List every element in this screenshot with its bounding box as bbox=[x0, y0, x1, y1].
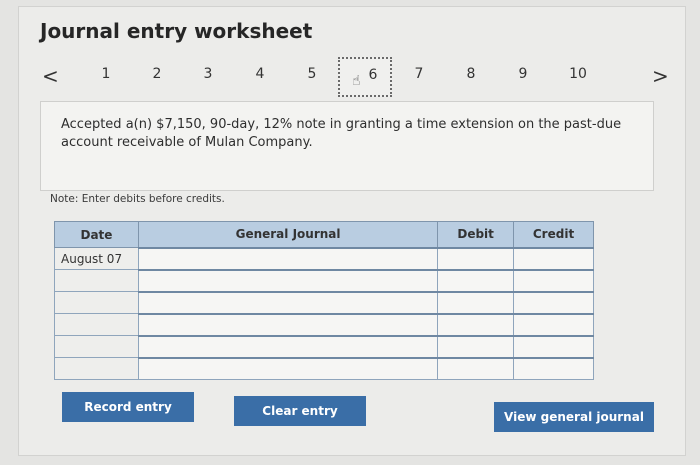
credit-input[interactable] bbox=[513, 356, 594, 380]
page-link-8[interactable]: 8 bbox=[461, 66, 481, 82]
debit-input[interactable] bbox=[437, 268, 515, 292]
chevron-right-icon[interactable]: > bbox=[652, 64, 669, 88]
account-input[interactable] bbox=[137, 290, 439, 314]
table-row bbox=[54, 356, 594, 380]
debit-input[interactable] bbox=[437, 290, 515, 314]
page-link-4[interactable]: 4 bbox=[250, 66, 270, 82]
page-link-5[interactable]: 5 bbox=[302, 66, 322, 82]
debit-input[interactable] bbox=[437, 246, 515, 270]
date-cell[interactable] bbox=[54, 313, 139, 336]
credit-input[interactable] bbox=[513, 312, 594, 336]
account-input[interactable] bbox=[137, 268, 439, 292]
account-input[interactable] bbox=[137, 312, 439, 336]
page-title: Journal entry worksheet bbox=[40, 19, 313, 43]
debit-input[interactable] bbox=[437, 356, 515, 380]
journal-table: Date General Journal Debit Credit August… bbox=[54, 221, 594, 380]
journal-header-row: Date General Journal Debit Credit bbox=[54, 221, 594, 248]
date-header: Date bbox=[54, 221, 139, 248]
credit-header: Credit bbox=[513, 221, 594, 248]
table-row bbox=[54, 290, 594, 314]
table-row: August 07 bbox=[54, 246, 594, 270]
clear-entry-button[interactable]: Clear entry bbox=[234, 396, 366, 426]
account-input[interactable] bbox=[137, 334, 439, 358]
credit-input[interactable] bbox=[513, 268, 594, 292]
page-link-9[interactable]: 9 bbox=[513, 66, 533, 82]
debit-input[interactable] bbox=[437, 312, 515, 336]
debit-header: Debit bbox=[437, 221, 515, 248]
hand-cursor-icon: ☝ bbox=[352, 73, 361, 89]
page-link-7[interactable]: 7 bbox=[409, 66, 429, 82]
credit-input[interactable] bbox=[513, 334, 594, 358]
table-row bbox=[54, 334, 594, 358]
view-general-journal-button[interactable]: View general journal bbox=[494, 402, 654, 432]
debit-input[interactable] bbox=[437, 334, 515, 358]
date-cell[interactable]: August 07 bbox=[54, 247, 139, 270]
date-cell[interactable] bbox=[54, 335, 139, 358]
general-journal-header: General Journal bbox=[137, 221, 439, 248]
page-link-3[interactable]: 3 bbox=[198, 66, 218, 82]
account-input[interactable] bbox=[137, 246, 439, 270]
credit-input[interactable] bbox=[513, 290, 594, 314]
page-link-1[interactable]: 1 bbox=[96, 66, 116, 82]
account-input[interactable] bbox=[137, 356, 439, 380]
page-link-10[interactable]: 10 bbox=[568, 66, 588, 82]
page-link-6-active[interactable]: ☝ 6 bbox=[338, 57, 392, 97]
table-row bbox=[54, 312, 594, 336]
table-row bbox=[54, 268, 594, 292]
chevron-left-icon[interactable]: < bbox=[42, 64, 59, 88]
date-cell[interactable] bbox=[54, 357, 139, 380]
date-cell[interactable] bbox=[54, 291, 139, 314]
entry-note: Note: Enter debits before credits. bbox=[50, 193, 225, 205]
credit-input[interactable] bbox=[513, 246, 594, 270]
transaction-description: Accepted a(n) $7,150, 90-day, 12% note i… bbox=[40, 101, 654, 191]
pagination: < 1 2 3 4 5 ☝ 6 7 8 9 10 > bbox=[38, 57, 678, 97]
page-link-2[interactable]: 2 bbox=[147, 66, 167, 82]
date-cell[interactable] bbox=[54, 269, 139, 292]
record-entry-button[interactable]: Record entry bbox=[62, 392, 194, 422]
